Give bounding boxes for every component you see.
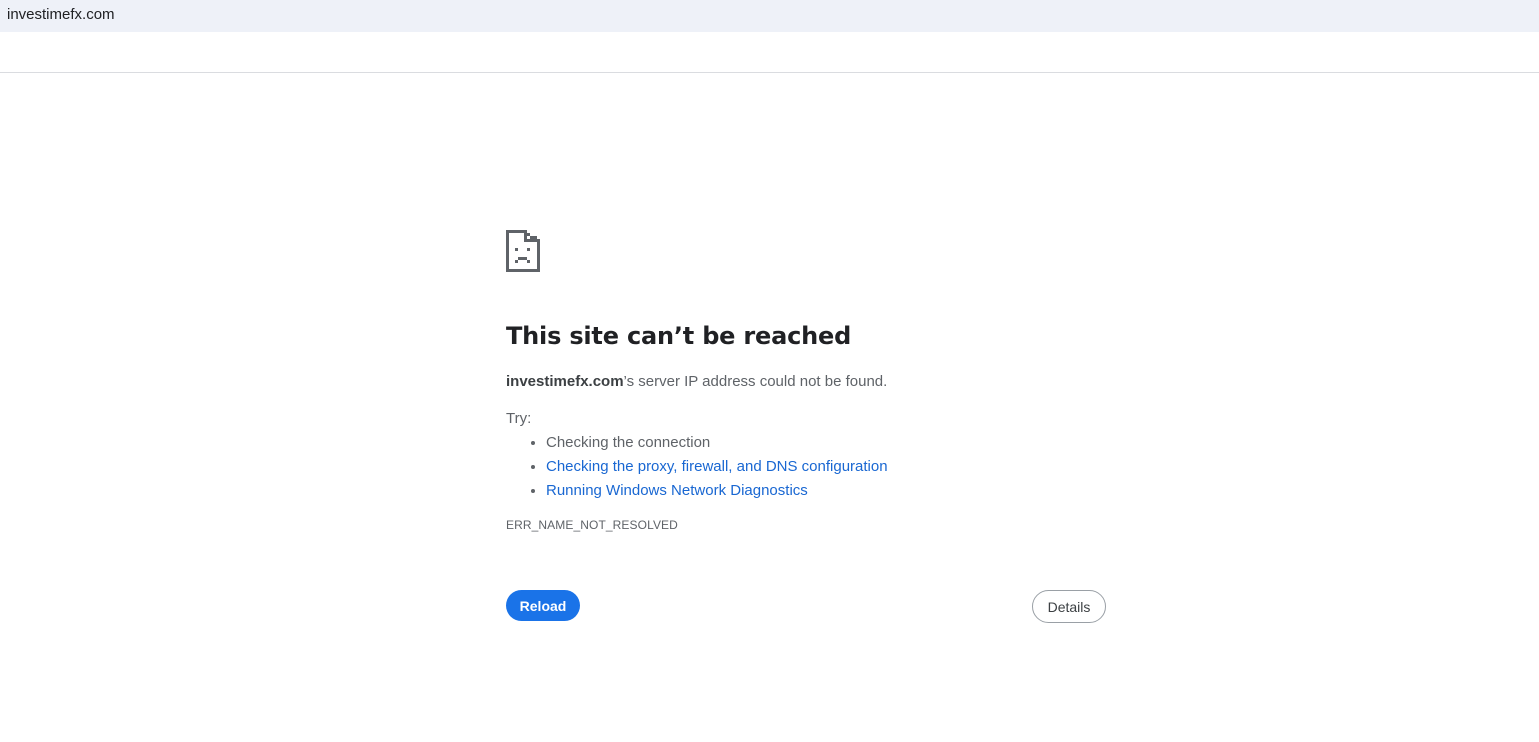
try-label: Try:: [506, 410, 532, 427]
summary-text: ’s server IP address could not be found.: [623, 373, 888, 390]
error-code: ERR_NAME_NOT_RESOLVED: [506, 518, 678, 532]
suggestion-list: Checking the connection Checking the pro…: [506, 431, 1106, 503]
sad-page-icon: [506, 230, 540, 272]
reload-button[interactable]: Reload: [506, 590, 580, 621]
suggestion-link-proxy-firewall-dns[interactable]: Checking the proxy, firewall, and DNS co…: [546, 458, 888, 475]
summary-host: investimefx.com: [506, 373, 624, 390]
toolbar-divider: [0, 72, 1539, 73]
details-button[interactable]: Details: [1032, 590, 1106, 623]
address-url[interactable]: investimefx.com: [7, 6, 115, 23]
suggestion-item: Checking the proxy, firewall, and DNS co…: [546, 455, 1106, 479]
button-row: Reload Details: [506, 590, 1106, 624]
error-summary: investimefx.com’s server IP address coul…: [506, 371, 1106, 393]
suggestion-check-connection: Checking the connection: [546, 434, 711, 451]
suggestion-link-network-diagnostics[interactable]: Running Windows Network Diagnostics: [546, 482, 808, 499]
error-content: This site can’t be reached investimefx.c…: [506, 230, 1106, 623]
address-bar[interactable]: investimefx.com: [0, 0, 1539, 32]
page-title: This site can’t be reached: [506, 322, 852, 350]
suggestion-item: Running Windows Network Diagnostics: [546, 479, 1106, 503]
suggestion-item: Checking the connection: [546, 431, 1106, 455]
